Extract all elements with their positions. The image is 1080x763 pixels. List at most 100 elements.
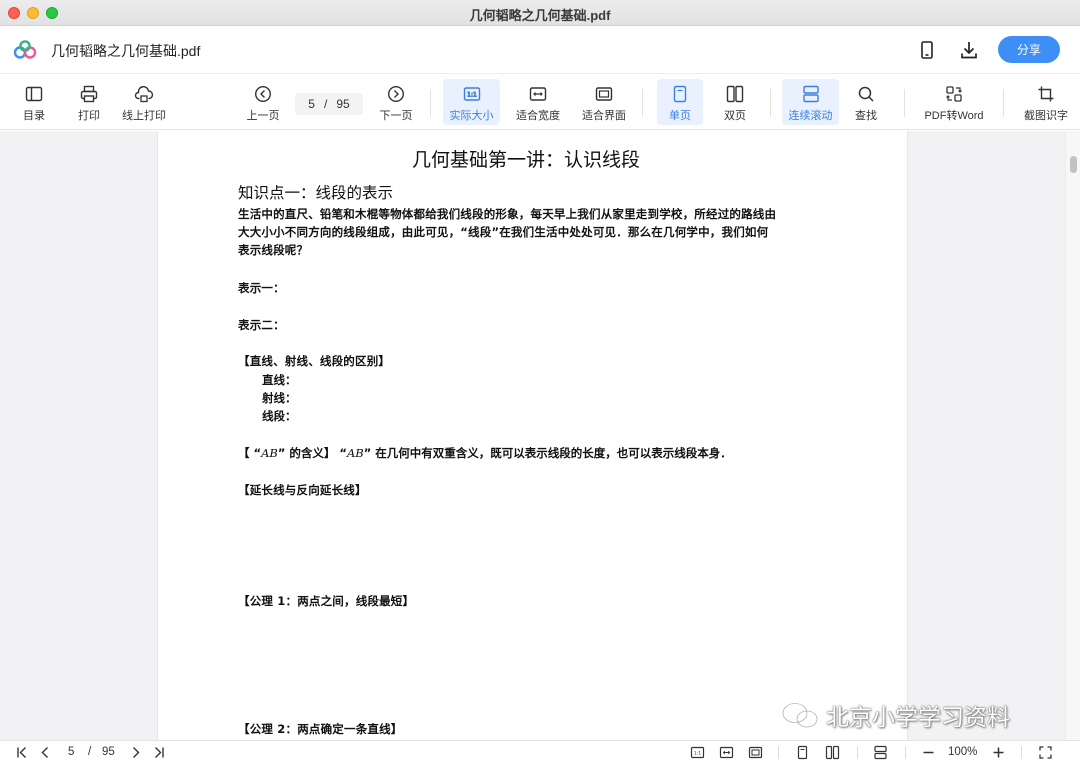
continuous-scroll-icon xyxy=(802,85,819,103)
cloud-print-icon xyxy=(134,86,154,103)
doc-paragraph-line: 表示线段呢？ xyxy=(238,243,309,257)
wechat-icon xyxy=(781,702,819,729)
doc-segment-item: 线段： xyxy=(262,409,297,423)
actual-size-label: 实际大小 xyxy=(449,110,494,122)
svg-text:1:1: 1:1 xyxy=(467,92,477,99)
doc-representation-2: 表示二： xyxy=(238,318,285,332)
page-number-field[interactable]: 5 / 95 xyxy=(295,93,363,115)
vertical-scrollbar[interactable] xyxy=(1065,131,1080,740)
online-print-button[interactable]: 线上打印 xyxy=(118,79,170,125)
ab-symbol: AB xyxy=(346,446,364,460)
status-bar: 5 / 95 1:1 100% xyxy=(0,740,1080,763)
app-header: 几何韬略之几何基础.pdf 分享 xyxy=(0,27,1080,74)
status-divider xyxy=(857,746,858,759)
pdf-to-word-button[interactable]: PDF转Word xyxy=(919,79,989,125)
double-page-label: 双页 xyxy=(724,110,746,122)
first-page-icon[interactable] xyxy=(15,745,30,760)
printer-icon xyxy=(80,85,98,103)
document-title: 几何韬略之几何基础.pdf xyxy=(51,43,201,59)
status-current-page[interactable]: 5 xyxy=(68,746,74,758)
toolbar-divider xyxy=(1003,89,1004,117)
continuous-scroll-button[interactable]: 连续滚动 xyxy=(782,79,839,125)
toolbar-divider xyxy=(904,89,905,117)
continuous-scroll-label: 连续滚动 xyxy=(788,110,833,122)
doc-paragraph-line: 生活中的直尺、铅笔和木棍等物体都给我们线段的形象，每天早上我们从家里走到学校，所… xyxy=(238,207,777,221)
current-page-value: 5 xyxy=(308,97,315,111)
status-total-pages: 95 xyxy=(102,746,115,758)
status-page-separator: / xyxy=(88,746,92,758)
convert-icon xyxy=(946,86,962,102)
toc-label: 目录 xyxy=(23,110,45,122)
fit-page-icon[interactable] xyxy=(748,745,763,760)
print-label: 打印 xyxy=(78,110,100,122)
toolbar: 目录 打印 线上打印 上一页 5 / 95 下一页 1:1 实际大小 适合宽度 … xyxy=(0,75,1080,130)
document-viewport[interactable]: 几何基础第一讲：认识线段 知识点一：线段的表示 生活中的直尺、铅笔和木棍等物体都… xyxy=(0,131,1080,740)
find-label: 查找 xyxy=(855,110,877,122)
scrollbar-thumb[interactable] xyxy=(1070,156,1077,173)
find-button[interactable]: 查找 xyxy=(846,79,886,125)
doc-axiom-2: 【公理 2：两点确定一条直线】 xyxy=(238,722,403,736)
download-icon[interactable] xyxy=(958,39,980,61)
doc-ab-meaning: 【 “AB” 的含义】 “AB” 在几何中有双重含义，既可以表示线段的长度，也可… xyxy=(238,445,732,461)
toolbar-divider xyxy=(430,89,431,117)
share-button[interactable]: 分享 xyxy=(998,36,1060,63)
prev-page-label: 上一页 xyxy=(246,110,280,122)
watermark-text: 北京小学学习资料 xyxy=(826,705,1010,731)
ab-symbol: AB xyxy=(261,446,278,460)
single-page-label: 单页 xyxy=(669,110,691,122)
actual-size-icon[interactable]: 1:1 xyxy=(690,745,705,760)
doc-line-item: 直线： xyxy=(262,373,297,387)
fit-page-icon xyxy=(595,87,613,101)
next-page-label: 下一页 xyxy=(379,110,413,122)
fit-width-button[interactable]: 适合宽度 xyxy=(512,79,564,125)
prev-page-icon[interactable] xyxy=(38,745,53,760)
pdf-to-word-label: PDF转Word xyxy=(924,110,984,122)
toc-button[interactable]: 目录 xyxy=(14,79,54,125)
fit-page-label: 适合界面 xyxy=(582,110,626,122)
ab-rest-text: ” 在几何中有双重含义，既可以表示线段的长度，也可以表示线段本身． xyxy=(363,446,732,460)
fit-page-button[interactable]: 适合界面 xyxy=(578,79,630,125)
single-page-button[interactable]: 单页 xyxy=(657,79,703,125)
page-separator: / xyxy=(323,97,328,111)
total-pages-value: 95 xyxy=(336,97,350,111)
double-page-icon[interactable] xyxy=(825,745,840,760)
zoom-level[interactable]: 100% xyxy=(948,746,977,758)
double-page-icon xyxy=(726,85,744,103)
doc-extension-heading: 【延长线与反向延长线】 xyxy=(238,483,367,497)
doc-diff-heading: 【直线、射线、线段的区别】 xyxy=(238,354,391,368)
crop-icon xyxy=(1038,86,1054,102)
actual-size-icon: 1:1 xyxy=(463,87,480,101)
single-page-icon xyxy=(673,85,687,103)
sidebar-icon xyxy=(25,86,43,102)
continuous-scroll-icon[interactable] xyxy=(873,745,888,760)
zoom-out-icon[interactable] xyxy=(921,745,936,760)
doc-paragraph-line: 大大小小不同方向的线段组成，由此可见，“线段”在我们生活中处处可见．那么在几何学… xyxy=(238,225,769,239)
app-logo-icon xyxy=(13,40,37,59)
single-page-icon[interactable] xyxy=(795,745,810,760)
last-page-icon[interactable] xyxy=(151,745,166,760)
pdf-page: 几何基础第一讲：认识线段 知识点一：线段的表示 生活中的直尺、铅笔和木棍等物体都… xyxy=(157,131,908,740)
double-page-button[interactable]: 双页 xyxy=(713,79,757,125)
zoom-in-icon[interactable] xyxy=(991,745,1006,760)
print-button[interactable]: 打印 xyxy=(69,79,109,125)
status-divider xyxy=(905,746,906,759)
ocr-button[interactable]: 截图识字 xyxy=(1018,79,1074,125)
chevron-left-circle-icon xyxy=(254,85,272,103)
ab-open-text: 【 “ xyxy=(238,446,262,460)
prev-page-button[interactable]: 上一页 xyxy=(243,79,283,125)
online-print-label: 线上打印 xyxy=(122,110,166,122)
fit-width-icon[interactable] xyxy=(719,745,734,760)
fullscreen-icon[interactable] xyxy=(1038,745,1053,760)
watermark: 北京小学学习资料 xyxy=(780,699,1010,731)
next-page-icon[interactable] xyxy=(128,745,143,760)
mobile-icon[interactable] xyxy=(916,39,938,61)
doc-heading: 知识点一：线段的表示 xyxy=(238,184,394,202)
status-divider xyxy=(778,746,779,759)
doc-representation-1: 表示一： xyxy=(238,281,285,295)
window-title: 几何韬略之几何基础.pdf xyxy=(469,8,611,23)
ocr-label: 截图识字 xyxy=(1024,110,1068,122)
toolbar-divider xyxy=(642,89,643,117)
ab-mid-text: ” 的含义】 “ xyxy=(277,446,347,460)
actual-size-button[interactable]: 1:1 实际大小 xyxy=(443,79,500,125)
next-page-button[interactable]: 下一页 xyxy=(376,79,416,125)
